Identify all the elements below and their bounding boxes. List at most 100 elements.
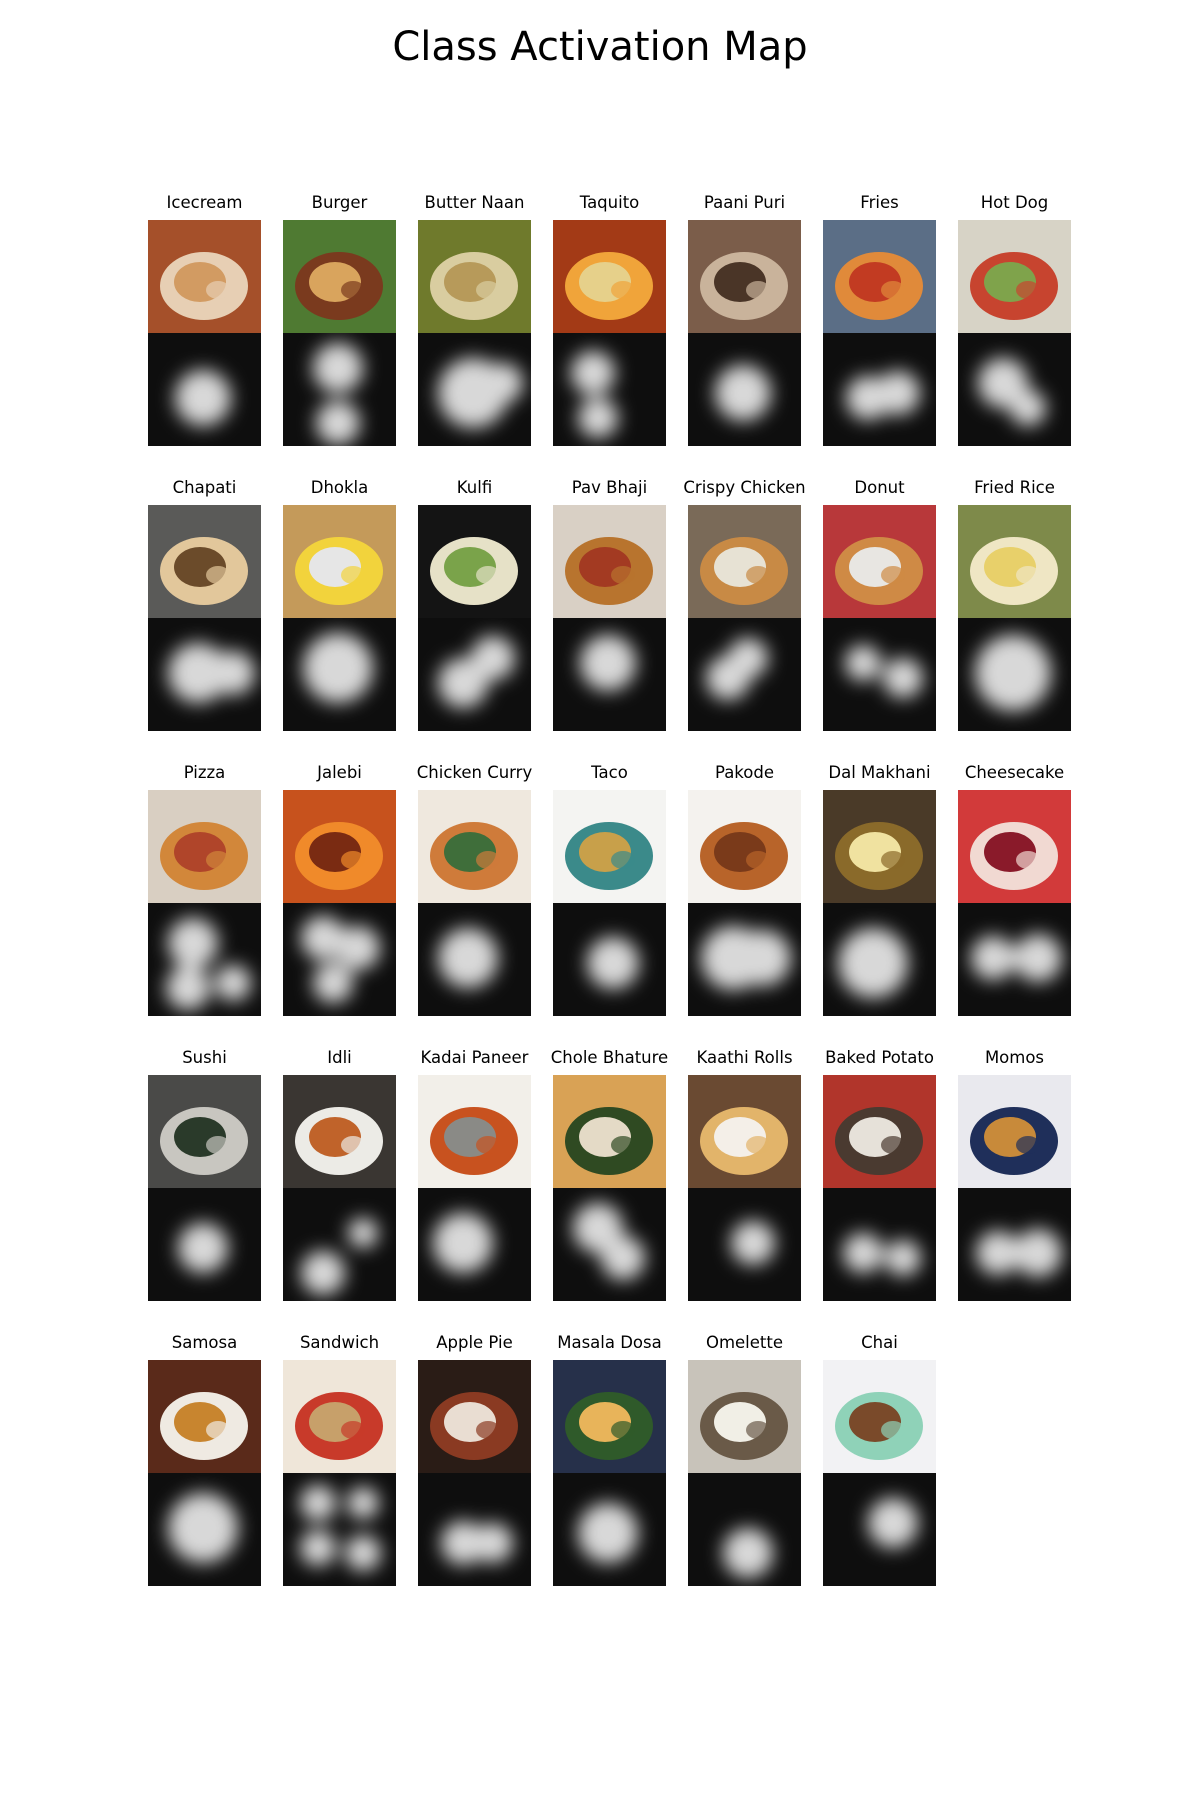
chicken-burger-photo	[688, 505, 801, 618]
activation-heatmap	[418, 1188, 531, 1301]
fries-dish-photo	[823, 220, 936, 333]
kulfi-sticks-photo	[418, 505, 531, 618]
omelette-plate-photo	[688, 1360, 801, 1473]
apple-pie-photo	[418, 1360, 531, 1473]
chapati-stack-photo	[148, 505, 261, 618]
activation-heatmap	[418, 903, 531, 1016]
activation-heatmap	[553, 1188, 666, 1301]
activation-heatmap	[823, 618, 936, 731]
panel-label: Donut	[854, 478, 905, 497]
dal-pot-photo	[823, 790, 936, 903]
panel-label: Burger	[311, 193, 368, 212]
panel-label: Crispy Chicken	[683, 478, 806, 497]
activation-heatmap	[823, 333, 936, 446]
activation-heatmap	[688, 1473, 801, 1586]
activation-heatmap	[148, 1188, 261, 1301]
masala-dosa-photo	[553, 1360, 666, 1473]
activation-heatmap	[148, 1473, 261, 1586]
activation-heatmap	[688, 618, 801, 731]
panel-label: Butter Naan	[424, 193, 525, 212]
activation-heatmap	[283, 903, 396, 1016]
panel-label: Taco	[591, 763, 628, 782]
activation-heatmap	[688, 333, 801, 446]
chai-cup-photo	[823, 1360, 936, 1473]
pav-bhaji-plate-photo	[553, 505, 666, 618]
sandwich-grid-photo	[283, 1360, 396, 1473]
icecream-cup-photo	[148, 220, 261, 333]
activation-heatmap	[418, 333, 531, 446]
activation-heatmap	[283, 1188, 396, 1301]
panel-label: Samosa	[171, 1333, 238, 1352]
idli-plate-photo	[283, 1075, 396, 1188]
panel-label: Momos	[984, 1048, 1045, 1067]
cheesecake-photo	[958, 790, 1071, 903]
dhokla-photo	[283, 505, 396, 618]
panel-label: Fried Rice	[974, 478, 1055, 497]
activation-heatmap	[148, 618, 261, 731]
activation-heatmap	[958, 333, 1071, 446]
activation-heatmap	[958, 1188, 1071, 1301]
sushi-tray-photo	[148, 1075, 261, 1188]
panel-label: Pakode	[714, 763, 774, 782]
panel-label: Chole Bhature	[550, 1048, 669, 1067]
panel-label: Idli	[327, 1048, 352, 1067]
activation-heatmap	[823, 1188, 936, 1301]
activation-heatmap	[958, 618, 1071, 731]
activation-heatmap	[283, 333, 396, 446]
activation-heatmap	[688, 903, 801, 1016]
activation-heatmap	[688, 1188, 801, 1301]
panel-label: Masala Dosa	[557, 1333, 662, 1352]
fried-rice-plate-photo	[958, 505, 1071, 618]
activation-heatmap	[418, 618, 531, 731]
paani-puri-bowl-photo	[688, 220, 801, 333]
panel-label: Sushi	[182, 1048, 227, 1067]
activation-heatmap	[148, 333, 261, 446]
activation-heatmap	[823, 903, 936, 1016]
activation-heatmap	[553, 333, 666, 446]
activation-heatmap	[553, 1473, 666, 1586]
panel-label: Jalebi	[317, 763, 362, 782]
pakode-photo	[688, 790, 801, 903]
panel-label: Chicken Curry	[416, 763, 533, 782]
hot-dogs-photo	[958, 220, 1071, 333]
activation-heatmap	[283, 1473, 396, 1586]
momos-plate-photo	[958, 1075, 1071, 1188]
activation-heatmap	[418, 1473, 531, 1586]
panel-label: Apple Pie	[436, 1333, 513, 1352]
activation-heatmap	[553, 618, 666, 731]
panel-label: Baked Potato	[825, 1048, 934, 1067]
naan-photo	[418, 220, 531, 333]
panel-label: Kadai Paneer	[420, 1048, 529, 1067]
chole-bhature-photo	[553, 1075, 666, 1188]
baked-potato-photo	[823, 1075, 936, 1188]
taco-illustration-photo	[553, 790, 666, 903]
kathi-roll-photo	[688, 1075, 801, 1188]
panel-label: Hot Dog	[980, 193, 1049, 212]
cam-grid: Icecream Burger Butter Naan Taquito Paani Pu…	[0, 0, 1200, 1800]
panel-label: Kaathi Rolls	[696, 1048, 793, 1067]
activation-heatmap	[553, 903, 666, 1016]
pizza-photo	[148, 790, 261, 903]
panel-label: Dal Makhani	[828, 763, 931, 782]
panel-label: Fries	[860, 193, 899, 212]
samosa-plate-photo	[148, 1360, 261, 1473]
panel-label: Sandwich	[299, 1333, 380, 1352]
panel-label: Kulfi	[456, 478, 493, 497]
panel-label: Omelette	[705, 1333, 784, 1352]
panel-label: Cheesecake	[964, 763, 1065, 782]
panel-label: Taquito	[579, 193, 640, 212]
burger-photo	[283, 220, 396, 333]
activation-heatmap	[148, 903, 261, 1016]
panel-label: Paani Puri	[703, 193, 786, 212]
curry-bowl-photo	[418, 790, 531, 903]
panel-label: Pav Bhaji	[571, 478, 648, 497]
activation-heatmap	[958, 903, 1071, 1016]
panel-label: Chapati	[172, 478, 237, 497]
taquito-platter-photo	[553, 220, 666, 333]
panel-label: Pizza	[183, 763, 226, 782]
jalebi-photo	[283, 790, 396, 903]
kadai-paneer-photo	[418, 1075, 531, 1188]
donuts-photo	[823, 505, 936, 618]
panel-label: Chai	[861, 1333, 898, 1352]
panel-label: Icecream	[166, 193, 243, 212]
